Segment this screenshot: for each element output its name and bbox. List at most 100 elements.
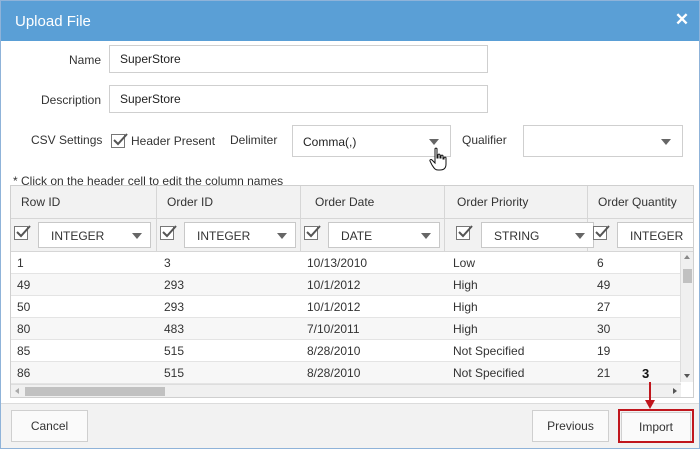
table-cell: 7/10/2011 [307,322,360,336]
table-cell: Not Specified [453,366,525,380]
table-cell: 1 [17,256,24,270]
table-cell: High [453,300,478,314]
upload-file-dialog: Upload File ✕ Name SuperStore Descriptio… [0,0,700,449]
table-cell: 3 [164,256,171,270]
table-cell: Not Specified [453,344,525,358]
column-header-order-priority[interactable]: Order Priority [445,186,588,219]
table-cell: 8/28/2010 [307,366,361,380]
header-present-checkbox[interactable] [111,133,128,148]
scroll-right-icon[interactable] [673,388,677,394]
chevron-down-icon [575,233,585,239]
column-include-checkbox[interactable] [456,225,473,240]
table-cell: 515 [164,344,185,358]
chevron-down-icon [277,233,287,239]
table-cell: High [453,322,478,336]
delimiter-label: Delimiter [230,133,278,147]
table-row: 86 515 8/28/2010 Not Specified 21 [11,362,681,384]
table-cell: 21 [597,366,611,380]
header-present-label: Header Present [131,134,216,148]
table-cell: 6 [597,256,604,270]
table-cell: 49 [17,278,31,292]
delimiter-value: Comma(,) [303,135,357,149]
table-cell: 483 [164,322,185,336]
column-type-value: STRING [494,229,540,243]
delimiter-select[interactable]: Comma(,) [292,125,451,157]
table-cell: 27 [597,300,611,314]
import-highlight-box [618,409,694,443]
checkmark-icon [162,225,177,238]
table-cell: 8/28/2010 [307,344,361,358]
grid-body: 1 3 10/13/2010 Low 6 49 293 10/1/2012 Hi… [11,252,681,384]
type-cell: DATE [301,219,445,252]
type-cell: INTEGER [157,219,301,252]
name-input[interactable]: SuperStore [109,45,488,73]
horizontal-scroll-thumb[interactable] [25,387,165,396]
down-arrow-icon [645,382,655,409]
column-header-order-quantity[interactable]: Order Quantity [588,186,693,219]
cancel-button[interactable]: Cancel [11,410,88,442]
column-type-select[interactable]: INTEGER [38,222,151,248]
vertical-scrollbar[interactable] [680,252,693,382]
close-icon[interactable]: ✕ [673,10,691,30]
column-type-value: INTEGER [197,229,251,243]
column-type-value: INTEGER [630,229,684,243]
table-cell: 293 [164,300,185,314]
table-cell: 10/13/2010 [307,256,368,270]
column-type-select[interactable]: INTEGER [184,222,296,248]
description-input[interactable]: SuperStore [109,85,488,113]
table-row: 85 515 8/28/2010 Not Specified 19 [11,340,681,362]
table-cell: 49 [597,278,611,292]
scroll-up-icon[interactable] [684,255,690,259]
preview-grid: Row ID Order ID Order Date Order Priorit… [10,185,694,398]
csv-settings-label: CSV Settings [31,133,103,147]
column-header-order-date[interactable]: Order Date [301,186,445,219]
table-cell: Low [453,256,476,270]
type-cell: INTEGER [11,219,157,252]
column-include-checkbox[interactable] [14,225,31,240]
column-type-select[interactable]: STRING [481,222,594,248]
column-type-value: INTEGER [51,229,105,243]
table-row: 1 3 10/13/2010 Low 6 [11,252,681,274]
type-cell: STRING [445,219,594,252]
column-include-checkbox[interactable] [160,225,177,240]
table-cell: 86 [17,366,31,380]
horizontal-scrollbar[interactable] [11,384,681,397]
checkmark-icon [458,225,473,238]
qualifier-select[interactable] [523,125,683,157]
chevron-down-icon [132,233,142,239]
column-include-checkbox[interactable] [593,225,610,240]
column-type-select[interactable]: DATE [328,222,440,248]
qualifier-label: Qualifier [462,133,507,147]
table-cell: 515 [164,366,185,380]
type-cell: INTEGER [588,219,693,252]
dialog-title: Upload File [15,13,91,30]
chevron-down-icon [421,233,431,239]
table-cell: 293 [164,278,185,292]
table-cell: 50 [17,300,31,314]
chevron-down-icon [429,139,439,145]
table-cell: High [453,278,478,292]
column-header-order-id[interactable]: Order ID [157,186,301,219]
table-cell: 30 [597,322,611,336]
scroll-down-icon[interactable] [684,374,690,378]
name-label: Name [69,53,102,67]
chevron-down-icon [661,139,671,145]
column-include-checkbox[interactable] [304,225,321,240]
scroll-left-icon[interactable] [15,388,19,394]
dialog-titlebar: Upload File ✕ [1,1,699,41]
table-cell: 80 [17,322,31,336]
checkmark-icon [595,225,610,238]
column-type-select[interactable]: INTEGER [617,222,693,248]
table-cell: 85 [17,344,31,358]
checkmark-icon [16,225,31,238]
step-number-label: 3 [642,366,650,381]
grid-type-row: INTEGER INTEGER DATE STRING INTEGER [11,219,693,252]
vertical-scroll-thumb[interactable] [683,269,692,283]
dialog-footer: Cancel Previous Import [1,403,699,448]
hand-cursor-icon [429,147,447,171]
previous-button[interactable]: Previous [532,410,609,442]
column-header-row-id[interactable]: Row ID [11,186,157,219]
table-cell: 10/1/2012 [307,300,361,314]
table-row: 49 293 10/1/2012 High 49 [11,274,681,296]
table-cell: 19 [597,344,611,358]
